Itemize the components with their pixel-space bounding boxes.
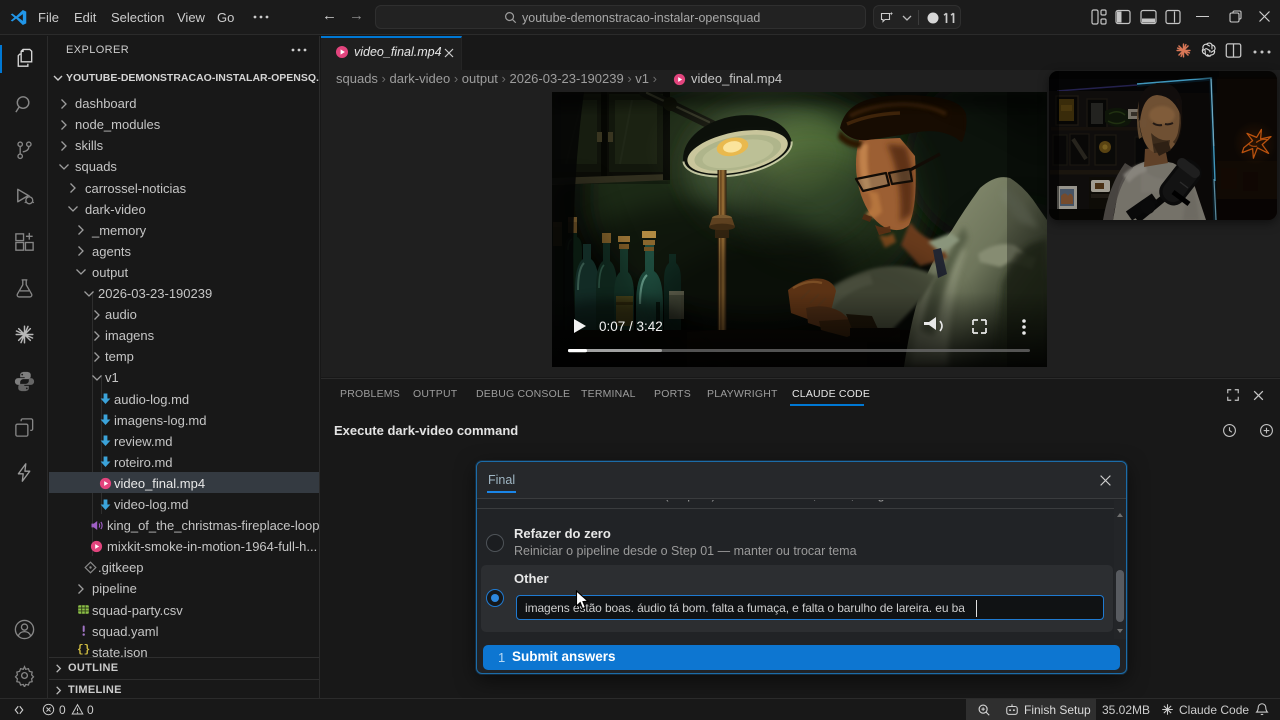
- svg-text:0:07 / 3:42: 0:07 / 3:42: [599, 319, 663, 334]
